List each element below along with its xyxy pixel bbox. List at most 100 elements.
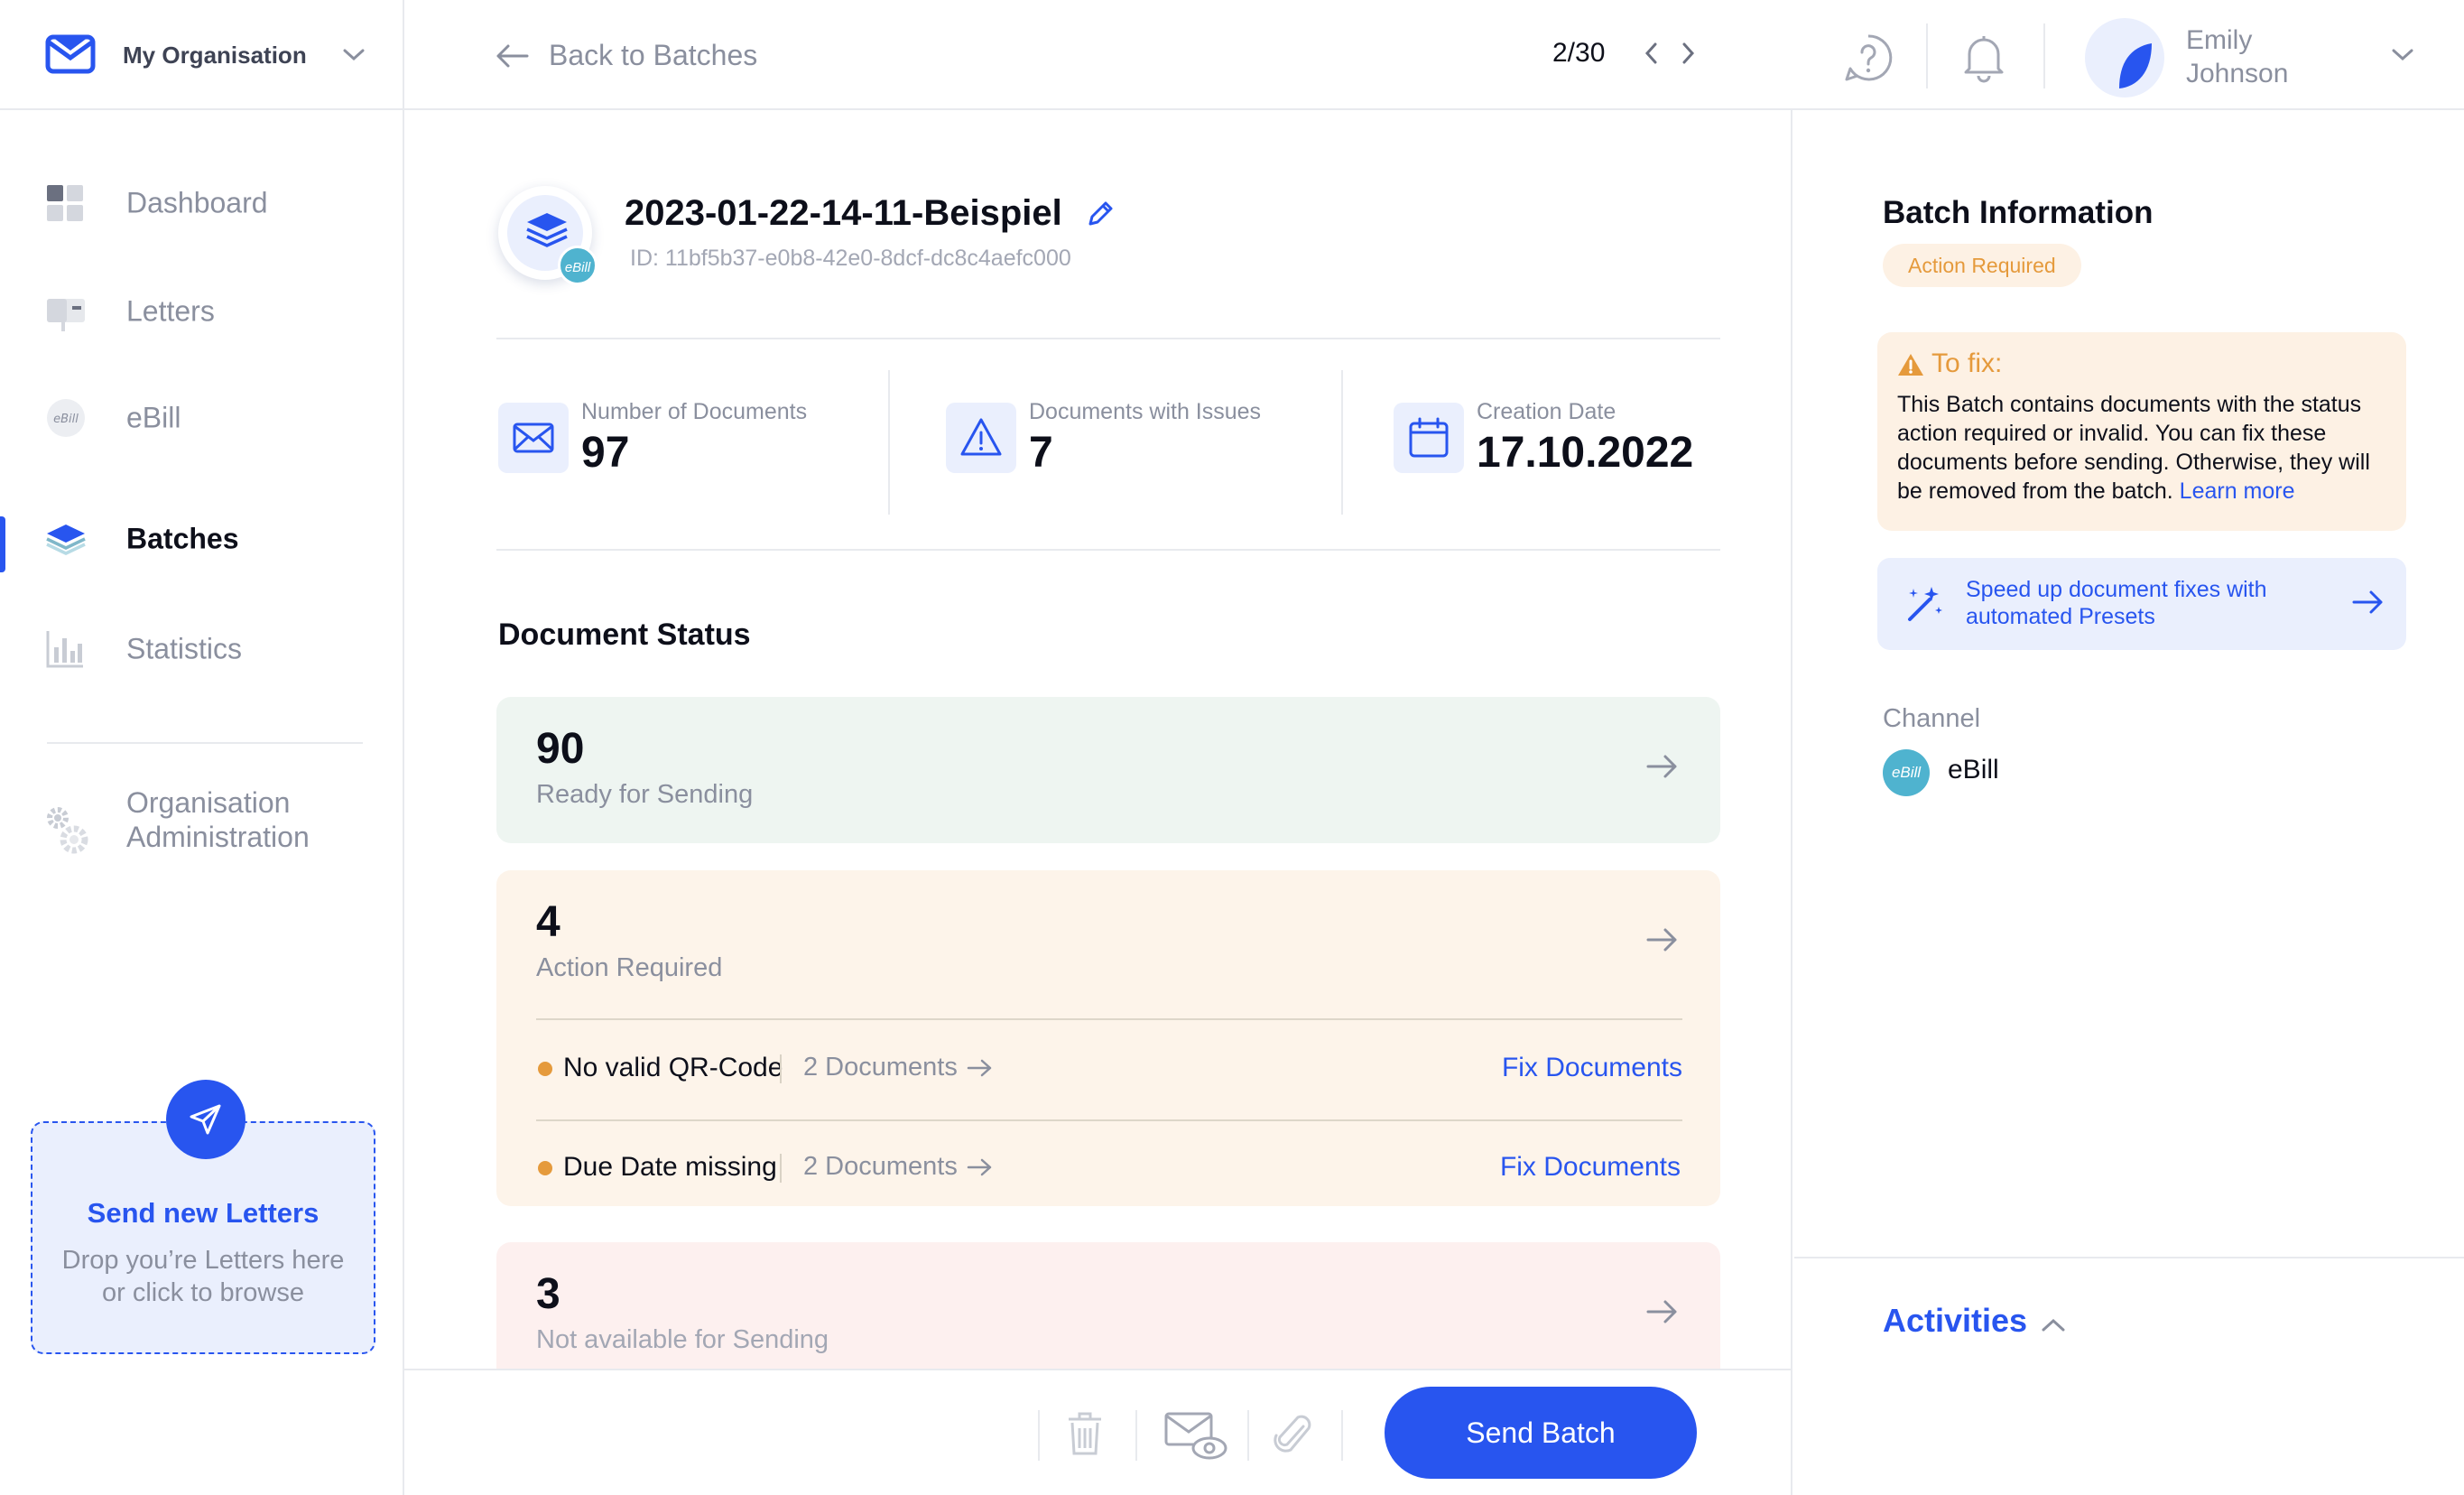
sidebar-item-label: Batches	[126, 522, 239, 555]
arrow-right-icon	[1646, 753, 1679, 780]
dropzone-title: Send new Letters	[87, 1197, 320, 1229]
fix-title: To fix:	[1931, 348, 2003, 378]
stat-creation-date: Creation Date 17.10.2022	[1394, 370, 1737, 502]
channel-label: Channel	[1883, 704, 1981, 733]
sidebar-item-ebill[interactable]: eBill eBill	[0, 377, 403, 459]
layers-icon	[45, 521, 87, 557]
warning-icon	[1897, 352, 1924, 377]
user-last-name: Johnson	[2186, 59, 2289, 88]
action-count: 4	[536, 898, 560, 946]
statistics-icon	[45, 629, 85, 669]
send-batch-button[interactable]: Send Batch	[1385, 1387, 1697, 1479]
org-admin-label-line1: Organisation	[126, 786, 291, 819]
sidebar-item-label: eBill	[126, 401, 181, 434]
fix-notice: To fix: This Batch contains documents wi…	[1877, 332, 2406, 531]
action-label: Action Required	[536, 953, 723, 982]
status-card-action-required: 4 Action Required No valid QR-Code 2 Doc…	[496, 870, 1720, 1206]
chevron-down-icon[interactable]	[2390, 47, 2415, 63]
activities-toggle[interactable]: Activities	[1883, 1302, 2027, 1340]
org-switcher[interactable]: My Organisation	[0, 0, 404, 110]
divider	[888, 370, 890, 515]
arrow-left-icon	[496, 44, 529, 68]
sidebar-item-statistics[interactable]: Statistics	[0, 608, 403, 690]
issue-row: No valid QR-Code 2 Documents Fix Documen…	[536, 1020, 1682, 1118]
issue-count: 2 Documents	[803, 1053, 958, 1082]
sidebar-item-organisation-administration[interactable]: Organisation Administration	[0, 785, 403, 876]
org-name: My Organisation	[123, 42, 307, 69]
arrow-right-icon	[1646, 926, 1679, 953]
send-new-letters-button[interactable]	[166, 1080, 245, 1159]
sidebar-item-dashboard[interactable]: Dashboard	[0, 162, 403, 244]
stat-label: Documents with Issues	[1029, 399, 1262, 424]
presets-banner[interactable]: Speed up document fixes with automated P…	[1877, 558, 2406, 650]
stat-label: Creation Date	[1477, 399, 1616, 424]
chevron-up-icon[interactable]	[2040, 1316, 2067, 1334]
chevron-down-icon	[341, 47, 366, 63]
chevron-right-icon[interactable]	[1679, 40, 1697, 67]
issue-name: No valid QR-Code	[563, 1053, 783, 1082]
batch-avatar: eBill	[498, 186, 597, 285]
pager-indicator: 2/30	[1552, 38, 1606, 68]
arrow-right-icon	[1646, 1298, 1679, 1325]
issue-documents-link[interactable]: 2 Documents	[803, 1053, 994, 1082]
arrow-right-icon	[2352, 590, 2383, 614]
status-card-not-available[interactable]: 3 Not available for Sending	[496, 1242, 1720, 1369]
ready-label: Ready for Sending	[536, 780, 754, 809]
sidebar-item-label: Letters	[126, 294, 215, 328]
warning-icon	[960, 418, 1002, 456]
org-admin-label-line2: Administration	[126, 821, 310, 853]
help-icon[interactable]	[1843, 32, 1894, 83]
stat-value: 97	[581, 429, 630, 477]
batch-info-panel: Batch Information Action Required To fix…	[1794, 110, 2464, 1495]
ebill-icon: eBill	[45, 397, 87, 439]
user-first-name: Emily	[2186, 25, 2253, 55]
envelope-preview-icon[interactable]	[1164, 1410, 1229, 1461]
issue-row: Due Date missing 2 Documents Fix Documen…	[536, 1119, 1682, 1217]
panel-title: Batch Information	[1883, 195, 2154, 230]
status-badge: Action Required	[1883, 244, 2081, 287]
action-required-header[interactable]: 4 Action Required	[496, 870, 1720, 1011]
sidebar-item-batches[interactable]: Batches	[0, 498, 403, 580]
stat-value: 17.10.2022	[1477, 429, 1694, 477]
batch-id: ID: 11bf5b37-e0b8-42e0-8dcf-dc8c4aefc000	[630, 246, 1071, 271]
batch-title: 2023-01-22-14-11-Beispiel	[625, 193, 1062, 233]
dashboard-icon	[45, 183, 85, 223]
main-content: eBill 2023-01-22-14-11-Beispiel ID: 11bf…	[404, 110, 1792, 1495]
back-label: Back to Batches	[549, 39, 758, 71]
channel-name: eBill	[1948, 755, 1999, 785]
fix-documents-link[interactable]: Fix Documents	[1502, 1053, 1682, 1083]
paperclip-icon[interactable]	[1273, 1410, 1312, 1457]
chevron-left-icon[interactable]	[1643, 40, 1661, 67]
trash-icon[interactable]	[1065, 1410, 1105, 1457]
arrow-right-icon	[967, 1159, 992, 1176]
top-bar: Back to Batches 2/30 Emily Johnson	[404, 0, 2464, 110]
calendar-icon	[1409, 417, 1449, 458]
learn-more-link[interactable]: Learn more	[2180, 478, 2295, 504]
ebill-icon: eBill	[1883, 749, 1930, 796]
ebill-badge: eBill	[558, 246, 597, 285]
avatar[interactable]	[2085, 18, 2164, 98]
edit-icon[interactable]	[1085, 199, 1116, 229]
unavailable-label: Not available for Sending	[536, 1325, 829, 1354]
issue-count: 2 Documents	[803, 1152, 958, 1181]
envelope-icon	[513, 422, 554, 453]
back-to-batches-link[interactable]: Back to Batches	[495, 39, 757, 72]
stat-label: Number of Documents	[581, 399, 808, 424]
status-card-ready[interactable]: 90 Ready for Sending	[496, 697, 1720, 843]
logo-icon	[45, 34, 96, 74]
divider	[1341, 370, 1343, 515]
ready-count: 90	[536, 725, 585, 773]
stat-number-of-documents: Number of Documents 97	[498, 370, 877, 502]
sidebar-item-label: Statistics	[126, 632, 243, 665]
send-icon	[190, 1104, 221, 1135]
bell-icon[interactable]	[1960, 32, 2007, 83]
fix-documents-link[interactable]: Fix Documents	[1500, 1152, 1681, 1183]
action-bar: Send Batch	[404, 1369, 1791, 1495]
sidebar-item-letters[interactable]: Letters	[0, 271, 403, 352]
topbar-divider	[1926, 23, 1928, 88]
divider	[496, 338, 1720, 339]
warning-dot	[538, 1062, 552, 1076]
issue-documents-link[interactable]: 2 Documents	[803, 1152, 994, 1182]
divider	[496, 549, 1720, 551]
user-name[interactable]: Emily Johnson	[2186, 23, 2288, 90]
